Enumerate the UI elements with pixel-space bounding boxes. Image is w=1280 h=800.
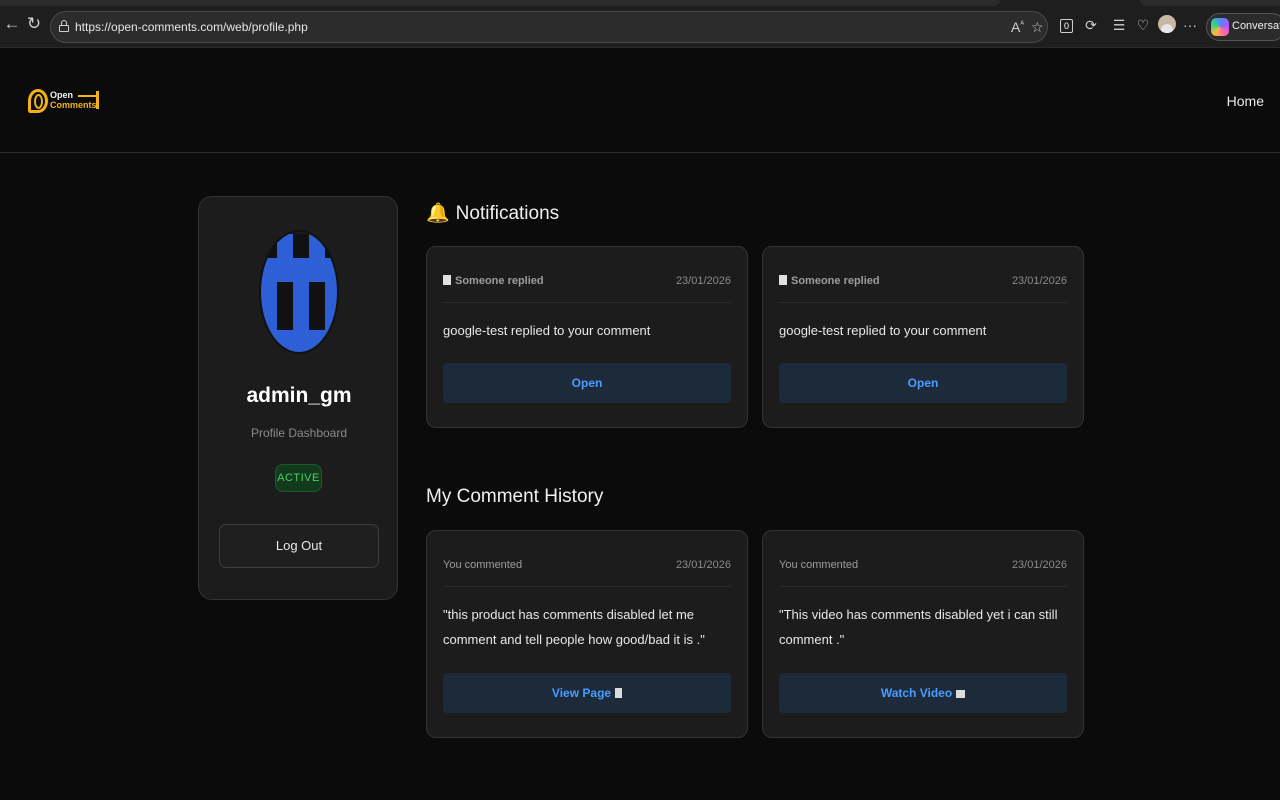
avatar-cell [325,234,337,258]
tab-strip [0,0,1000,6]
notification-text: google-test replied to your comment [779,323,987,338]
copilot-label: Conversation [1232,20,1280,32]
site-header: Open Comments Home [0,49,1280,153]
comment-card: You commented 23/01/2026 "This video has… [762,530,1084,738]
notifications-heading: 🔔 Notifications [426,201,559,225]
bell-icon: 🔔 [426,203,450,224]
avatar-cell [261,306,277,330]
video-icon [956,690,966,698]
favorite-star-icon[interactable]: ☆ [1031,19,1044,36]
memo-icon [779,275,787,285]
logo-text-comments: Comments [50,100,97,110]
status-badge: ACTIVE [275,464,322,492]
open-button[interactable]: Open [779,363,1067,403]
avatar-cell [309,234,325,258]
notification-card: Someone replied 23/01/2026 google-test r… [426,246,748,428]
page-icon [615,688,623,698]
notifications-title: Notifications [455,203,560,224]
card-header: Someone replied 23/01/2026 [779,275,1067,303]
comment-card: You commented 23/01/2026 "this product h… [426,530,748,738]
comment-history-heading: My Comment History [426,486,604,507]
logo-line [78,95,96,97]
more-options-icon[interactable]: ··· [1181,17,1199,33]
extensions-puzzle-icon[interactable]: ⟳ [1082,17,1100,34]
avatar-cell [277,258,293,282]
memo-icon [443,275,451,285]
profile-card: admin_gm Profile Dashboard ACTIVE Log Ou… [198,196,398,600]
notification-type: Someone replied [779,275,880,287]
notification-card: Someone replied 23/01/2026 google-test r… [762,246,1084,428]
notification-type: Someone replied [443,275,544,287]
avatar-cell [325,306,337,330]
logo-text-open: Open [50,90,74,100]
comment-date: 23/01/2026 [675,559,731,571]
card-header: You commented 23/01/2026 [443,559,731,587]
read-aloud-icon[interactable]: Aᴬ [1011,19,1024,35]
logo-quote-icon [28,89,48,113]
avatar-cell [261,330,277,352]
avatar-cell [293,306,309,330]
refresh-icon[interactable]: ↻ [24,14,44,34]
avatar-cell [261,234,277,258]
tab-strip-right [1140,0,1280,6]
notification-text: google-test replied to your comment [443,323,651,338]
browser-toolbar: ← ↻ https://open-comments.com/web/profil… [0,0,1280,48]
open-button[interactable]: Open [443,363,731,403]
avatar-cell [261,282,277,306]
view-page-button[interactable]: View Page [443,673,731,713]
avatar-cell [277,306,293,330]
profile-subtitle: Profile Dashboard [250,426,348,440]
avatar-cell [309,330,325,352]
extension-icon[interactable]: 0 [1060,19,1073,33]
url-text[interactable]: https://open-comments.com/web/profile.ph… [75,20,308,34]
avatar-cell [309,282,325,306]
logout-button[interactable]: Log Out [219,524,379,568]
copilot-icon [1211,18,1229,36]
avatar-cell [277,282,293,306]
copilot-button[interactable]: Conversation [1206,13,1280,41]
comment-text: "This video has comments disabled yet i … [779,607,1058,647]
profile-avatar-icon[interactable] [1158,15,1176,33]
avatar-cell [293,282,309,306]
avatar-cell [261,258,277,282]
notification-date: 23/01/2026 [1011,275,1067,287]
notification-date: 23/01/2026 [675,275,731,287]
card-header: Someone replied 23/01/2026 [443,275,731,303]
watch-video-button[interactable]: Watch Video [779,673,1067,713]
comment-type: You commented [443,559,523,571]
avatar-cell [309,306,325,330]
avatar-cell [309,258,325,282]
open-comments-logo[interactable]: Open Comments [28,89,100,115]
avatar-cell [277,234,293,258]
favorites-icon[interactable]: ☰ [1110,17,1128,34]
avatar-cell [293,258,309,282]
avatar-cell [277,330,293,352]
card-header: You commented 23/01/2026 [779,559,1067,587]
comment-type: You commented [779,559,859,571]
comment-text: "this product has comments disabled let … [443,607,705,647]
avatar-cell [293,330,309,352]
address-bar[interactable]: https://open-comments.com/web/profile.ph… [50,11,1048,43]
avatar-cell [325,258,337,282]
avatar [259,230,339,354]
lock-icon[interactable] [59,20,69,32]
back-icon[interactable]: ← [2,14,22,34]
avatar-cell [293,234,309,258]
home-link[interactable]: Home [1227,93,1264,109]
browser-essentials-icon[interactable]: ♡ [1134,17,1152,34]
avatar-cell [325,330,337,352]
comment-date: 23/01/2026 [1011,559,1067,571]
avatar-cell [325,282,337,306]
username: admin_gm [246,384,352,407]
